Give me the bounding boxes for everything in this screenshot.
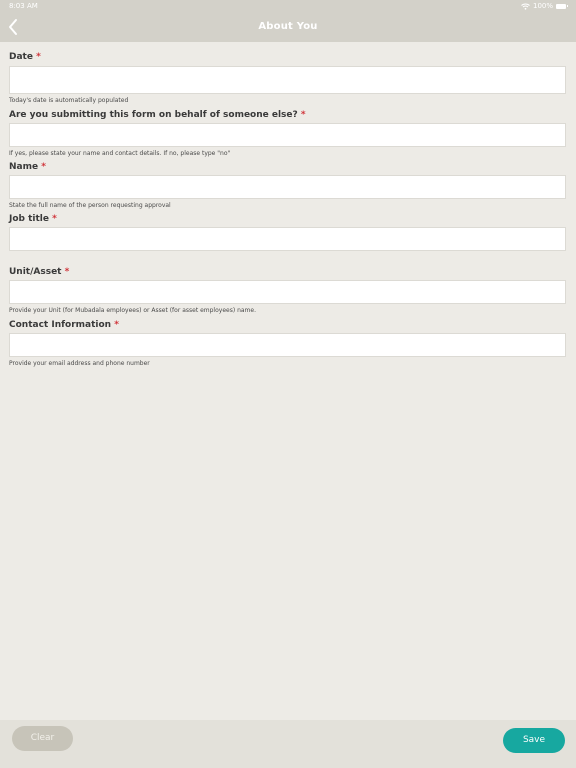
on-behalf-input[interactable] (9, 123, 566, 147)
date-hint: Today's date is automatically populated (9, 97, 129, 104)
unit-asset-input[interactable] (9, 280, 566, 304)
unit-asset-hint: Provide your Unit (for Mubadala employee… (9, 307, 256, 314)
field-label-date: Date * (9, 52, 41, 62)
job-title-input[interactable] (9, 227, 566, 251)
required-asterisk: * (64, 267, 70, 277)
date-input[interactable] (9, 66, 566, 94)
field-label-name: Name * (9, 162, 46, 172)
contact-information-hint: Provide your email address and phone num… (9, 360, 150, 367)
name-hint: State the full name of the person reques… (9, 202, 171, 209)
battery-percent: 100% (532, 2, 553, 10)
field-label-on-behalf: Are you submitting this form on behalf o… (9, 110, 306, 120)
app-header: 8:03 AM 100% About You (0, 0, 576, 42)
name-input[interactable] (9, 175, 566, 199)
field-label-contact-information: Contact Information * (9, 320, 119, 330)
required-asterisk: * (52, 214, 57, 224)
battery-icon (556, 3, 568, 9)
status-indicators: 100% (521, 2, 568, 10)
footer-bar (0, 720, 576, 768)
required-asterisk: * (41, 162, 46, 172)
required-asterisk: * (36, 52, 41, 62)
field-label-job-title: Job title * (9, 214, 57, 224)
save-button[interactable]: Save (503, 728, 565, 753)
clear-button[interactable]: Clear (12, 726, 73, 751)
required-asterisk: * (114, 320, 119, 330)
contact-information-input[interactable] (9, 333, 566, 357)
field-label-unit-asset: Unit/Asset * (9, 267, 70, 277)
status-time: 8:03 AM (9, 2, 38, 10)
on-behalf-hint: If yes, please state your name and conta… (9, 150, 231, 157)
wifi-icon (521, 3, 530, 10)
page-title: About You (258, 21, 318, 32)
required-asterisk: * (300, 110, 306, 120)
